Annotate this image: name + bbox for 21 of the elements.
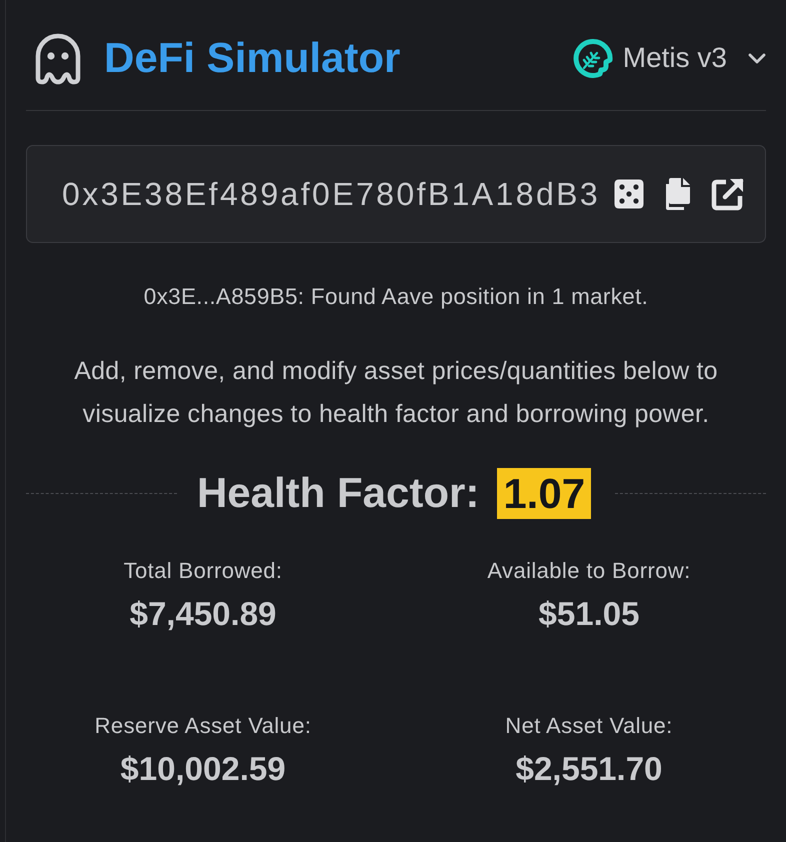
ghost-icon (34, 32, 82, 84)
health-factor-label: Health Factor: (196, 469, 480, 517)
instructions-text: Add, remove, and modify asset prices/quantities below to visualize changes to health factor and borrowing power. (73, 356, 719, 430)
stat-label: Available to Borrow: (487, 557, 691, 585)
market-selector[interactable]: Metis v3 (572, 38, 766, 78)
stat-value: $2,551.70 (516, 749, 662, 789)
stat-value: $10,002.59 (120, 749, 286, 789)
app-title: DeFi Simulator (104, 33, 400, 83)
stat-value: $7,450.89 (130, 594, 276, 634)
copy-icon[interactable] (663, 177, 691, 211)
leaf-head-icon (572, 38, 613, 78)
external-link-icon[interactable] (711, 177, 745, 211)
address-field[interactable]: 0x3E38Ef489af0E780fB1A18dB3 (26, 145, 766, 243)
stat-label: Reserve Asset Value: (94, 712, 312, 740)
stat-label: Net Asset Value: (505, 712, 673, 740)
stat-label: Total Borrowed: (124, 557, 282, 585)
stat-value: $51.05 (538, 594, 640, 634)
dice-icon[interactable] (614, 179, 644, 209)
status-message: 0x3E...A859B5: Found Aave position in 1 market. (142, 283, 650, 311)
chevron-down-icon (748, 52, 766, 64)
health-factor-value: 1.07 (497, 468, 592, 518)
